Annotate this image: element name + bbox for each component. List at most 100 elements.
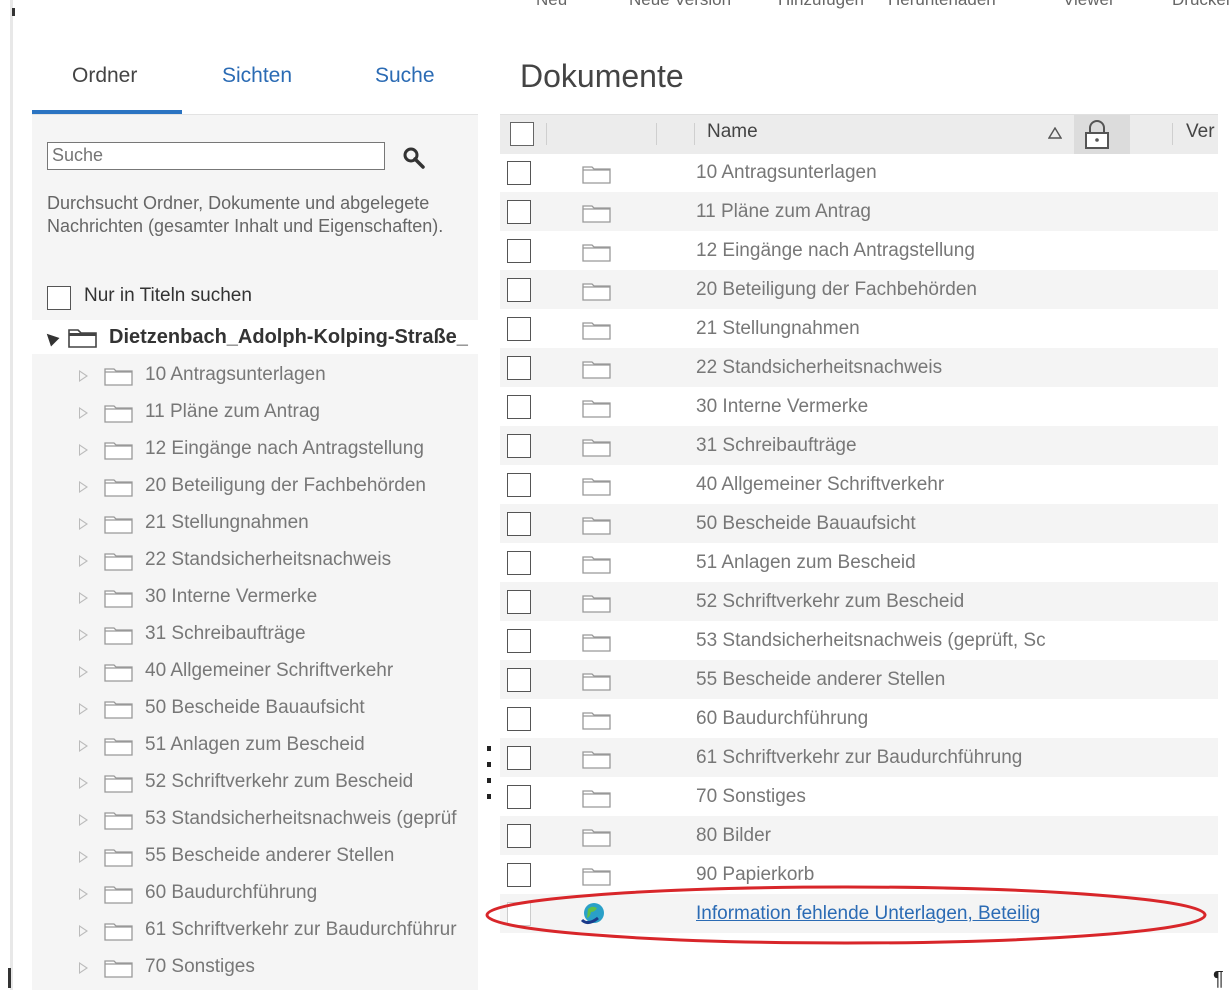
folder-icon [104, 442, 133, 460]
expand-arrow-icon[interactable] [79, 925, 88, 937]
table-row[interactable]: 40 Allgemeiner Schriftverkehr [500, 465, 1218, 504]
table-row[interactable]: 50 Bescheide Bauaufsicht [500, 504, 1218, 543]
tree-item[interactable]: 12 Eingänge nach Antragstellung [32, 432, 478, 469]
row-checkbox[interactable] [507, 824, 531, 848]
table-row[interactable]: 90 Papierkorb [500, 855, 1218, 894]
tree-item[interactable]: 22 Standsicherheitsnachweis [32, 543, 478, 580]
row-checkbox[interactable] [507, 395, 531, 419]
row-checkbox[interactable] [507, 668, 531, 692]
toolbar-item[interactable]: Viewer [1063, 0, 1115, 10]
table-row[interactable]: 51 Anlagen zum Bescheid [500, 543, 1218, 582]
table-row[interactable]: 11 Pläne zum Antrag [500, 192, 1218, 231]
expand-arrow-icon[interactable] [79, 740, 88, 752]
tree-item[interactable]: 21 Stellungnahmen [32, 506, 478, 543]
tree-item-label: 53 Standsicherheitsnachweis (geprüf [145, 808, 457, 829]
tree-item[interactable]: 10 Antragsunterlagen [32, 358, 478, 395]
search-icon[interactable] [402, 146, 426, 170]
tree-root-node[interactable]: Dietzenbach_Adolph-Kolping-Straße_ [32, 320, 478, 354]
tab-sichten[interactable]: Sichten [222, 64, 292, 88]
row-checkbox[interactable] [507, 200, 531, 224]
expand-arrow-icon[interactable] [79, 370, 88, 382]
row-checkbox[interactable] [507, 473, 531, 497]
row-checkbox[interactable] [507, 590, 531, 614]
expand-arrow-icon[interactable] [79, 962, 88, 974]
tree-item[interactable]: 30 Interne Vermerke [32, 580, 478, 617]
table-row[interactable]: 30 Interne Vermerke [500, 387, 1218, 426]
table-row[interactable]: 20 Beteiligung der Fachbehörden [500, 270, 1218, 309]
expand-arrow-icon[interactable] [79, 555, 88, 567]
expand-arrow-icon[interactable] [79, 851, 88, 863]
tab-suche[interactable]: Suche [375, 64, 435, 88]
table-row[interactable]: 80 Bilder [500, 816, 1218, 855]
row-checkbox[interactable] [507, 512, 531, 536]
select-all-checkbox[interactable] [510, 122, 534, 146]
toolbar-item[interactable]: Drucken [1172, 0, 1229, 10]
table-row[interactable]: 31 Schreibaufträge [500, 426, 1218, 465]
table-row[interactable]: 70 Sonstiges [500, 777, 1218, 816]
column-header-lock[interactable] [1074, 115, 1130, 154]
row-checkbox[interactable] [507, 785, 531, 809]
tree-item[interactable]: 60 Baudurchführung [32, 876, 478, 913]
row-checkbox[interactable] [507, 278, 531, 302]
tree-item[interactable]: 51 Anlagen zum Bescheid [32, 728, 478, 765]
folder-icon [582, 283, 611, 301]
column-header-version[interactable]: Ver [1186, 121, 1215, 143]
expand-arrow-icon[interactable] [79, 407, 88, 419]
expand-arrow-icon[interactable] [79, 518, 88, 530]
toolbar-item[interactable]: Hinzufügen [778, 0, 864, 10]
row-checkbox[interactable] [507, 239, 531, 263]
expand-arrow-icon[interactable] [79, 481, 88, 493]
column-header-name[interactable]: Name [707, 121, 758, 143]
tree-item[interactable]: 31 Schreibaufträge [32, 617, 478, 654]
table-row[interactable]: 12 Eingänge nach Antragstellung [500, 231, 1218, 270]
table-row[interactable]: Information fehlende Unterlagen, Beteili… [500, 894, 1218, 933]
document-link[interactable]: Information fehlende Unterlagen, Beteili… [696, 903, 1040, 925]
expand-arrow-icon[interactable] [79, 592, 88, 604]
row-checkbox[interactable] [507, 356, 531, 380]
expand-arrow-icon[interactable] [79, 666, 88, 678]
row-checkbox[interactable] [507, 551, 531, 575]
row-checkbox[interactable] [507, 161, 531, 185]
row-checkbox[interactable] [507, 863, 531, 887]
table-row[interactable]: 55 Bescheide anderer Stellen [500, 660, 1218, 699]
table-row[interactable]: 61 Schriftverkehr zur Baudurchführung [500, 738, 1218, 777]
tree-item[interactable]: 50 Bescheide Bauaufsicht [32, 691, 478, 728]
expand-arrow-icon[interactable] [79, 703, 88, 715]
toolbar-item[interactable]: Neue Version [629, 0, 731, 10]
sort-ascending-icon[interactable] [1048, 127, 1062, 139]
tree-item[interactable]: 20 Beteiligung der Fachbehörden [32, 469, 478, 506]
row-checkbox[interactable] [507, 629, 531, 653]
row-checkbox[interactable] [507, 434, 531, 458]
panel-splitter[interactable] [478, 42, 500, 990]
tree-item[interactable]: 40 Allgemeiner Schriftverkehr [32, 654, 478, 691]
tree-item[interactable]: 53 Standsicherheitsnachweis (geprüf [32, 802, 478, 839]
search-input[interactable] [48, 143, 381, 167]
table-row[interactable]: 22 Standsicherheitsnachweis [500, 348, 1218, 387]
expand-arrow-icon[interactable] [79, 814, 88, 826]
row-checkbox[interactable] [507, 746, 531, 770]
collapse-arrow-icon[interactable] [42, 329, 60, 347]
table-row[interactable]: 10 Antragsunterlagen [500, 153, 1218, 192]
tree-item[interactable]: 52 Schriftverkehr zum Bescheid [32, 765, 478, 802]
tab-ordner[interactable]: Ordner [72, 64, 137, 88]
tree-item[interactable]: 70 Sonstiges [32, 950, 478, 987]
tree-item[interactable]: 11 Pläne zum Antrag [32, 395, 478, 432]
table-row[interactable]: 21 Stellungnahmen [500, 309, 1218, 348]
tree-item[interactable]: 55 Bescheide anderer Stellen [32, 839, 478, 876]
table-row[interactable]: 60 Baudurchführung [500, 699, 1218, 738]
row-checkbox[interactable] [507, 902, 531, 926]
row-checkbox[interactable] [507, 317, 531, 341]
tree-item[interactable]: 61 Schriftverkehr zur Baudurchführur [32, 913, 478, 950]
search-box[interactable] [47, 142, 385, 170]
table-row[interactable]: 53 Standsicherheitsnachweis (geprüft, Sc [500, 621, 1218, 660]
toolbar-item[interactable]: Neu [536, 0, 567, 10]
toolbar-item[interactable]: Herunterladen [888, 0, 996, 10]
expand-arrow-icon[interactable] [79, 444, 88, 456]
table-row[interactable]: 52 Schriftverkehr zum Bescheid [500, 582, 1218, 621]
title-only-checkbox[interactable] [47, 286, 71, 310]
expand-arrow-icon[interactable] [79, 629, 88, 641]
expand-arrow-icon[interactable] [79, 888, 88, 900]
row-checkbox[interactable] [507, 707, 531, 731]
web-document-icon[interactable] [580, 900, 606, 926]
expand-arrow-icon[interactable] [79, 777, 88, 789]
